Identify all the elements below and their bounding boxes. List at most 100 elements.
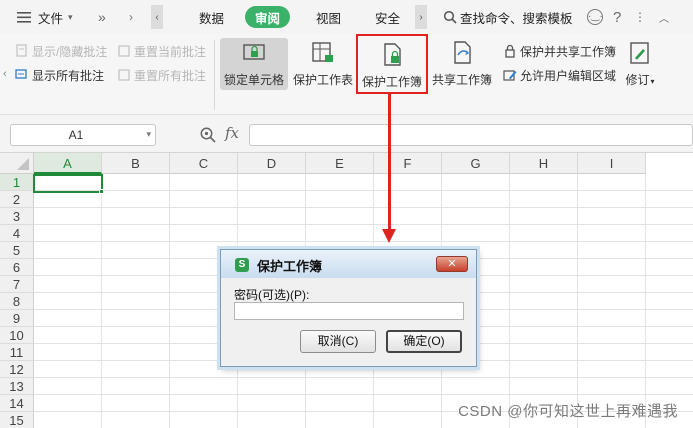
command-search-label: 查找命令、搜索模板 [460,11,573,26]
row-header[interactable]: 9 [0,310,34,327]
row-header[interactable]: 15 [0,412,34,428]
grid-hline [34,207,693,208]
column-header[interactable]: H [510,153,578,174]
lock-cell-button[interactable]: 锁定单元格 [220,38,288,90]
row-header[interactable]: 6 [0,259,34,276]
name-box-value: A1 [68,128,84,142]
fill-handle[interactable] [99,189,104,194]
help-icon[interactable]: ? [613,6,621,28]
reset-all-comments-icon [118,69,130,81]
reset-all-comments-button[interactable]: 重置所有批注 [117,66,206,84]
row-header[interactable]: 10 [0,327,34,344]
protect-sheet-label: 保护工作表 [292,73,353,87]
watermark: CSDN @你可知这世上再难遇我 [458,403,678,420]
share-workbook-icon [454,41,471,64]
chevron-right-icon: › [419,11,423,23]
grid-vline [645,174,646,428]
more-tabs-button[interactable]: » [98,6,106,28]
chevron-down-icon: ▾ [650,77,655,86]
hamburger-menu-icon[interactable] [16,6,32,28]
column-header[interactable]: I [578,153,646,174]
share-workbook-button[interactable]: 共享工作簿 [431,38,493,90]
row-header[interactable]: 8 [0,293,34,310]
tab-review[interactable]: 审阅 [245,6,291,28]
show-hide-comment-button[interactable]: 显示/隐藏批注 [15,42,107,60]
name-box[interactable]: A1 ▾ [10,124,156,146]
row-header[interactable]: 2 [0,191,34,208]
close-icon[interactable]: ✕ [436,256,468,272]
row-header[interactable]: 7 [0,276,34,293]
ribbon-scroll-left-icon[interactable]: ‹ [3,68,7,80]
grid-hline [34,241,693,242]
share-workbook-label: 共享工作簿 [431,73,492,87]
formula-input[interactable] [249,124,693,146]
chevron-down-icon: ▾ [146,129,151,139]
file-menu[interactable]: 文件 ▾ [38,6,73,28]
protect-sheet-icon [312,42,333,62]
column-header[interactable]: A [34,153,102,174]
column-header[interactable]: G [442,153,510,174]
password-input[interactable] [234,302,464,320]
row-header[interactable]: 5 [0,242,34,259]
grid-hline [34,224,693,225]
active-cell-a1[interactable] [33,174,103,193]
show-all-comments-label: 显示所有批注 [32,68,105,83]
search-icon [443,10,457,24]
row-header[interactable]: 13 [0,378,34,395]
reset-current-comment-label: 重置当前批注 [134,44,207,59]
grid-vline [509,174,510,428]
cancel-button[interactable]: 取消(C) [300,330,376,353]
protect-shared-workbook-label: 保护并共享工作簿 [520,44,617,59]
protect-sheet-button[interactable]: 保护工作表 [292,38,354,90]
reset-comment-icon [118,45,130,57]
command-search[interactable]: 查找命令、搜索模板 [443,6,573,28]
lock-cell-icon [243,44,265,60]
dialog-title-bar[interactable]: S 保护工作簿 ✕ [221,250,476,278]
scroll-tabs-right-button[interactable]: › [415,5,427,29]
allow-users-edit-ranges-button[interactable]: 允许用户编辑区域 [503,66,616,84]
row-header[interactable]: 14 [0,395,34,412]
chevron-right-icon[interactable]: › [124,6,138,28]
column-header[interactable]: E [306,153,374,174]
insert-function-button[interactable]: fx [225,124,239,142]
scroll-tabs-left-button[interactable]: ‹ [151,5,163,29]
grid-hline [34,377,693,378]
grid-vline [169,174,170,428]
column-header[interactable]: F [374,153,442,174]
protect-workbook-icon [384,43,401,66]
feedback-icon[interactable]: ·‿· [587,6,603,28]
row-header[interactable]: 11 [0,344,34,361]
chevron-left-icon: ‹ [155,11,159,23]
show-all-comments-button[interactable]: 显示所有批注 [15,66,104,84]
tab-data[interactable]: 数据 [199,6,224,28]
comment-toggle-icon [16,44,27,57]
grid-vline [577,174,578,428]
column-header[interactable]: B [102,153,170,174]
row-header[interactable]: 1 [0,174,34,191]
protect-workbook-label: 保护工作簿 [361,75,422,89]
reset-current-comment-button[interactable]: 重置当前批注 [117,42,206,60]
annotation-arrow-line [388,93,391,231]
track-changes-button[interactable]: 修订▾ [622,38,658,90]
protect-shared-workbook-button[interactable]: 保护并共享工作簿 [503,42,616,60]
row-header[interactable]: 12 [0,361,34,378]
protect-workbook-button[interactable]: 保护工作簿 [356,34,428,94]
column-header[interactable]: D [238,153,306,174]
menu-bar: 文件 ▾ » › ‹ 数据 审阅 视图 安全 › 查找命令、搜索模板 ·‿· ?… [0,0,693,34]
column-header[interactable]: C [170,153,238,174]
zoom-search-icon[interactable] [199,126,217,147]
file-menu-label: 文件 [38,11,64,26]
tab-security[interactable]: 安全 [375,6,400,28]
ok-button[interactable]: 确定(O) [386,330,462,353]
ribbon-separator [214,40,215,110]
grid-vline [101,174,102,428]
more-options-icon[interactable]: ⋮ [634,6,646,28]
row-header[interactable]: 4 [0,225,34,242]
select-all-corner[interactable] [0,153,34,174]
collapse-ribbon-icon[interactable]: ︿ [659,6,669,28]
dialog-title: 保护工作簿 [257,259,323,274]
tab-view[interactable]: 视图 [316,6,341,28]
comments-icon [15,69,27,79]
row-header[interactable]: 3 [0,208,34,225]
track-changes-icon [630,42,649,64]
